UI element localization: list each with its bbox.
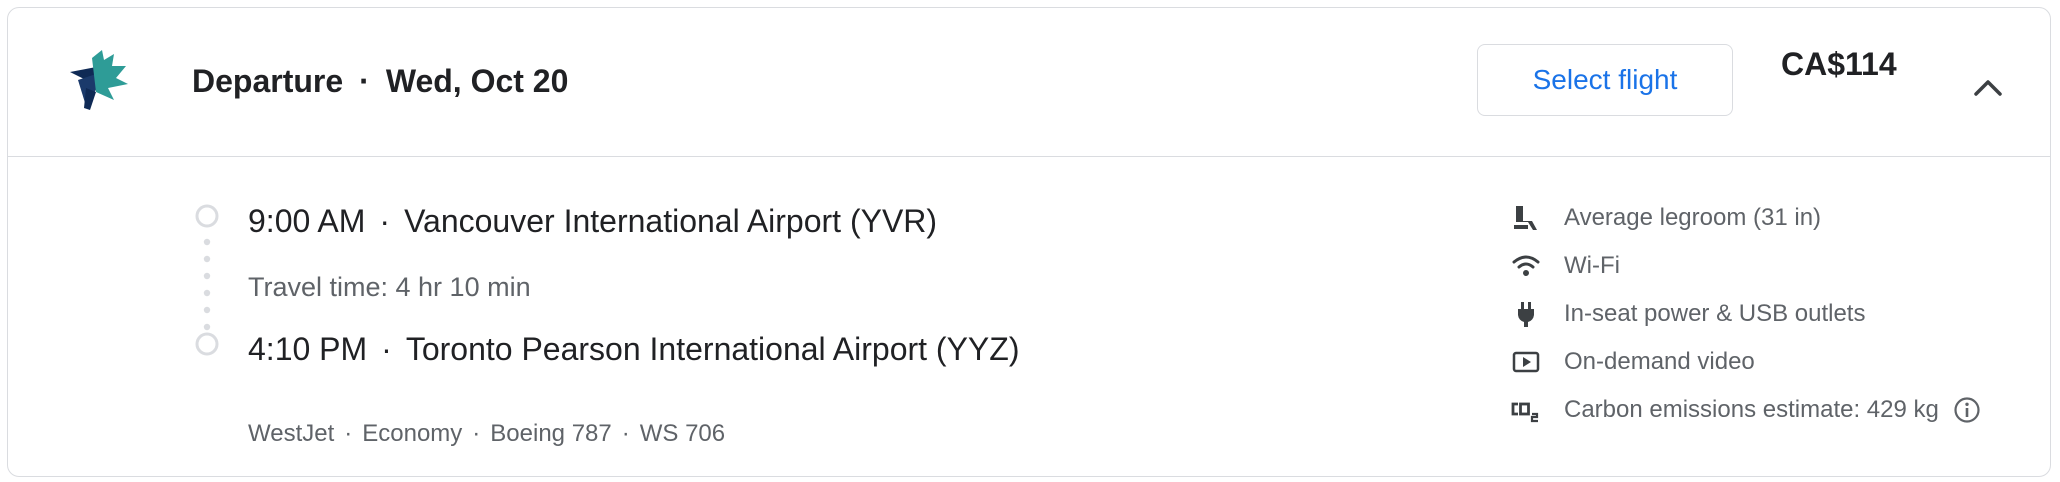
power-plug-icon xyxy=(1508,296,1544,332)
chevron-up-icon[interactable] xyxy=(1968,68,2008,108)
westjet-logo-icon xyxy=(70,50,128,110)
aircraft-type: Boeing 787 xyxy=(490,420,612,447)
arrival-airport: Toronto Pearson International Airport (Y… xyxy=(405,331,1020,367)
video-icon xyxy=(1508,344,1544,380)
flight-number: WS 706 xyxy=(639,420,726,447)
departure-airport: Vancouver International Airport (YVR) xyxy=(404,203,938,239)
seat-icon xyxy=(1508,200,1544,236)
amenity-emissions: Carbon emissions estimate: 429 kg xyxy=(1508,390,1981,430)
page-title: Departure · Wed, Oct 20 xyxy=(192,63,568,100)
cabin-class: Economy xyxy=(362,420,463,447)
card-header[interactable]: Departure · Wed, Oct 20 Select flight CA$1… xyxy=(8,8,2050,157)
travel-time: Travel time: 4 hr 10 min xyxy=(248,272,531,302)
separator: · xyxy=(379,203,391,239)
info-icon[interactable] xyxy=(1953,396,1981,424)
arrival-row: 4:10 PM · Toronto Pearson International Ai… xyxy=(248,331,1019,368)
amenity-video: On-demand video xyxy=(1508,342,1755,382)
amenity-label: In-seat power & USB outlets xyxy=(1564,300,1866,327)
separator: · xyxy=(472,420,481,447)
amenity-label: On-demand video xyxy=(1564,348,1755,375)
amenity-label: Average legroom (31 in) xyxy=(1564,204,1822,231)
separator: · xyxy=(381,331,392,367)
departure-time: 9:00 AM xyxy=(248,203,366,239)
separator: · xyxy=(621,420,630,447)
amenity-power: In-seat power & USB outlets xyxy=(1508,294,1865,334)
departure-date: Wed, Oct 20 xyxy=(385,63,569,99)
title-separator: · xyxy=(359,63,370,99)
itinerary-timeline xyxy=(195,204,219,356)
flight-meta: WestJet · Economy · Boeing 787 · WS 706 xyxy=(248,420,725,448)
price: CA$114 xyxy=(1781,46,1897,82)
airline-name: WestJet xyxy=(248,420,335,447)
select-flight-button[interactable]: Select flight xyxy=(1477,44,1733,116)
amenity-label: Wi-Fi xyxy=(1564,252,1620,279)
departure-label: Departure xyxy=(192,63,344,99)
arrival-time: 4:10 PM xyxy=(248,331,368,367)
departure-row: 9:00 AM · Vancouver International Airport … xyxy=(248,203,937,240)
flight-details-card: Departure · Wed, Oct 20 Select flight CA$1… xyxy=(7,7,2051,477)
amenity-legroom: Average legroom (31 in) xyxy=(1508,198,1821,238)
separator: · xyxy=(344,420,353,447)
wifi-icon xyxy=(1508,248,1544,284)
amenity-wifi: Wi-Fi xyxy=(1508,246,1620,286)
co2-icon xyxy=(1508,392,1544,428)
amenity-label: Carbon emissions estimate: 429 kg xyxy=(1564,396,1939,423)
